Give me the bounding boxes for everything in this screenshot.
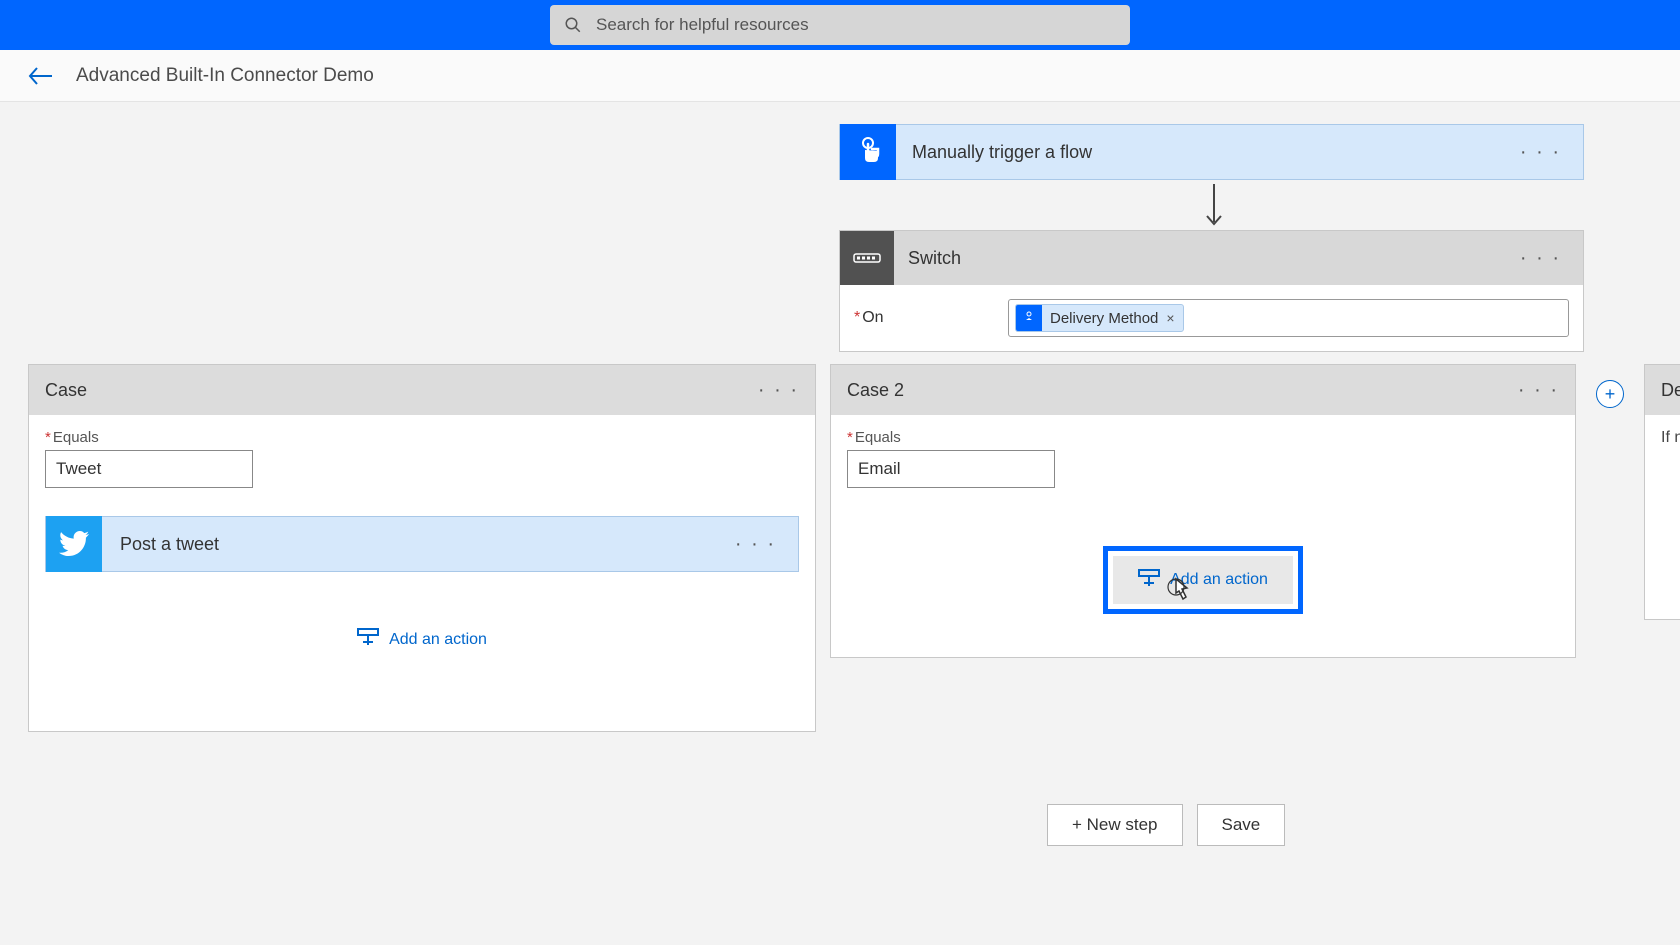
case-2-add-action-button[interactable]: Add an action	[1113, 556, 1293, 604]
trigger-menu-icon[interactable]: · · ·	[1498, 141, 1583, 164]
switch-card[interactable]: Switch · · · *On Delivery Method ×	[839, 230, 1584, 352]
case-1-header: Case · · ·	[29, 365, 815, 415]
flow-arrow-icon	[1203, 184, 1225, 233]
default-title: Default	[1645, 365, 1680, 415]
top-bar	[0, 0, 1680, 50]
new-step-button[interactable]: + New step	[1047, 804, 1183, 846]
add-action-icon	[357, 628, 379, 651]
post-tweet-action[interactable]: Post a tweet · · ·	[45, 516, 799, 572]
case-1-card: Case · · · *Equals Post a tweet · · ·	[28, 364, 816, 732]
switch-menu-icon[interactable]: · · ·	[1498, 247, 1583, 270]
post-tweet-label: Post a tweet	[102, 534, 713, 555]
token-remove-icon[interactable]: ×	[1166, 310, 1174, 326]
search-icon	[564, 16, 582, 34]
back-arrow-icon[interactable]	[28, 65, 54, 87]
case-1-add-action-button[interactable]: Add an action	[45, 628, 799, 651]
case-2-equals-label: *Equals	[847, 429, 1559, 446]
switch-on-label: *On	[854, 309, 994, 327]
default-card: Default If no	[1644, 364, 1680, 620]
title-bar: Advanced Built-In Connector Demo	[0, 50, 1680, 102]
trigger-touch-icon	[840, 124, 896, 180]
add-case-button[interactable]: +	[1596, 380, 1624, 408]
flow-canvas: Manually trigger a flow · · · Switch · ·…	[0, 102, 1680, 945]
case-2-add-action-label: Add an action	[1170, 571, 1268, 589]
add-action-icon	[1138, 569, 1160, 592]
trigger-label: Manually trigger a flow	[896, 142, 1498, 163]
token-delivery-method[interactable]: Delivery Method ×	[1015, 304, 1184, 332]
token-label: Delivery Method	[1050, 310, 1158, 327]
save-button[interactable]: Save	[1197, 804, 1286, 846]
case-2-menu-icon[interactable]: · · ·	[1518, 379, 1559, 402]
case-1-equals-label: *Equals	[45, 429, 799, 446]
trigger-card[interactable]: Manually trigger a flow · · ·	[839, 124, 1584, 180]
case-1-menu-icon[interactable]: · · ·	[758, 379, 799, 402]
case-1-equals-input[interactable]	[45, 450, 253, 488]
case-2-add-action-highlight: Add an action	[1103, 546, 1303, 614]
case-2-equals-input[interactable]	[847, 450, 1055, 488]
search-box[interactable]	[550, 5, 1130, 45]
post-tweet-menu-icon[interactable]: · · ·	[713, 533, 798, 556]
case-2-header: Case 2 · · ·	[831, 365, 1575, 415]
page-title: Advanced Built-In Connector Demo	[76, 65, 374, 87]
switch-icon	[840, 231, 894, 285]
bottom-buttons: + New step Save	[1047, 804, 1285, 846]
search-input[interactable]	[596, 15, 1116, 35]
switch-on-input[interactable]: Delivery Method ×	[1008, 299, 1569, 337]
switch-title: Switch	[894, 248, 1498, 269]
case-2-title: Case 2	[847, 380, 904, 401]
case-1-add-action-label: Add an action	[389, 631, 487, 649]
default-body-text: If no	[1645, 415, 1680, 461]
case-2-card: Case 2 · · · *Equals Add an action	[830, 364, 1576, 658]
switch-header: Switch · · ·	[840, 231, 1583, 285]
token-touch-icon	[1016, 305, 1042, 331]
twitter-icon	[46, 516, 102, 572]
case-1-title: Case	[45, 380, 87, 401]
